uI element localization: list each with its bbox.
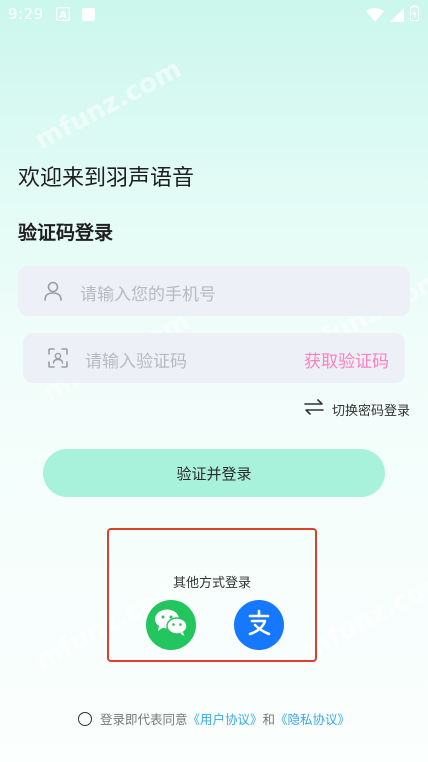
code-placeholder: 请输入验证码: [85, 352, 187, 372]
watermark: mfunz.com: [30, 54, 187, 156]
code-input[interactable]: 请输入验证码 获取验证码: [23, 333, 405, 383]
wechat-login-button[interactable]: [146, 600, 196, 650]
user-icon: [42, 280, 64, 306]
verify-login-button[interactable]: 验证并登录: [43, 449, 385, 497]
agreement-conjunction: 和: [262, 712, 276, 727]
battery-icon: [410, 5, 419, 25]
agreement-row: 登录即代表同意 《用户协议》 和 《隐私协议》: [0, 709, 428, 728]
alipay-login-button[interactable]: [234, 600, 284, 650]
user-agreement-link[interactable]: 《用户协议》: [187, 709, 262, 728]
welcome-title: 欢迎来到羽声语音: [18, 166, 195, 191]
phone-input[interactable]: 请输入您的手机号: [18, 266, 410, 316]
get-code-button[interactable]: 获取验证码: [304, 347, 389, 372]
agreement-prefix: 登录即代表同意: [99, 712, 188, 727]
switch-password-login-button[interactable]: 切换密码登录: [304, 399, 410, 419]
wifi-icon: [366, 7, 384, 26]
status-time: 9:29: [8, 5, 44, 23]
alipay-icon: [245, 609, 273, 641]
privacy-policy-link[interactable]: 《隐私协议》: [275, 709, 350, 728]
signal-icon: [390, 7, 404, 26]
scan-face-icon: [47, 347, 69, 373]
agreement-checkbox[interactable]: [77, 711, 92, 726]
notification-square-icon: [82, 6, 95, 25]
watermark: mfunz.com: [298, 564, 428, 666]
login-subtitle: 验证码登录: [18, 222, 114, 244]
status-bar: 9:29 A: [0, 0, 428, 30]
wechat-icon: [154, 608, 188, 642]
swap-icon: [304, 399, 324, 419]
svg-text:A: A: [59, 10, 67, 21]
phone-placeholder: 请输入您的手机号: [80, 285, 216, 305]
other-login-label: 其他方式登录: [172, 576, 251, 591]
other-login-section: 其他方式登录: [107, 528, 317, 662]
notification-a-icon: A: [55, 6, 71, 25]
switch-login-label: 切换密码登录: [331, 403, 410, 419]
